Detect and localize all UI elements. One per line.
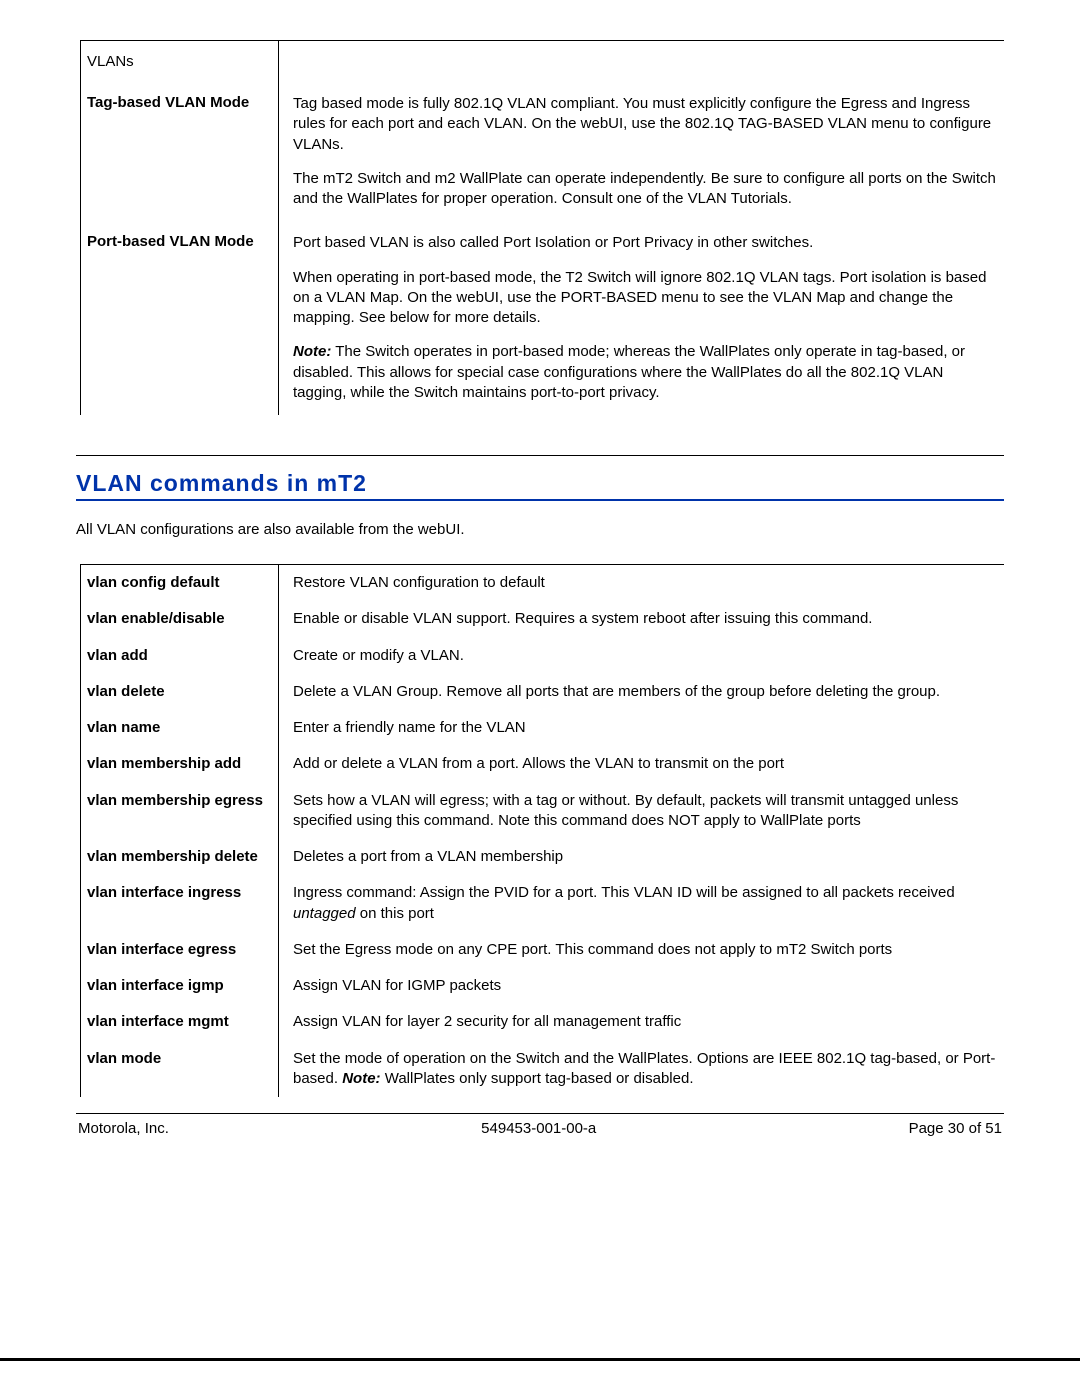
note-para: Note: The Switch operates in port-based … — [293, 342, 998, 403]
cmd-term: vlan interface ingress — [81, 875, 279, 932]
para: The mT2 Switch and m2 WallPlate can oper… — [293, 169, 998, 210]
cmd-term: vlan add — [81, 638, 279, 674]
cmd-row: vlan name Enter a friendly name for the … — [81, 710, 1004, 746]
desc-post: on this port — [356, 905, 434, 922]
para: When operating in port-based mode, the T… — [293, 268, 998, 329]
empty-cell — [279, 41, 1004, 82]
footer: Motorola, Inc. 549453-001-00-a Page 30 o… — [76, 1120, 1004, 1137]
cmd-desc: Enable or disable VLAN support. Requires… — [279, 601, 1004, 637]
cmd-desc: Restore VLAN configuration to default — [279, 565, 1004, 601]
cmd-desc: Sets how a VLAN will egress; with a tag … — [279, 783, 1004, 840]
cmd-term: vlan membership egress — [81, 783, 279, 840]
cmd-term: vlan delete — [81, 674, 279, 710]
cmd-desc: Create or modify a VLAN. — [279, 638, 1004, 674]
footer-left: Motorola, Inc. — [78, 1120, 169, 1137]
cmd-row: vlan delete Delete a VLAN Group. Remove … — [81, 674, 1004, 710]
cmd-row: vlan add Create or modify a VLAN. — [81, 638, 1004, 674]
mode-row: Port-based VLAN Mode Port based VLAN is … — [81, 221, 1004, 415]
note-label: Note: — [293, 343, 331, 360]
cmd-term: vlan membership delete — [81, 839, 279, 875]
mode-row: Tag-based VLAN Mode Tag based mode is fu… — [81, 82, 1004, 221]
divider — [76, 455, 1004, 456]
intro-text: All VLAN configurations are also availab… — [76, 521, 1004, 538]
section-label: VLANs — [81, 41, 279, 82]
heading-underline — [76, 499, 1004, 501]
footer-mid: 549453-001-00-a — [481, 1120, 596, 1137]
para: Port based VLAN is also called Port Isol… — [293, 233, 998, 253]
cmd-term: vlan membership add — [81, 746, 279, 782]
desc-post: WallPlates only support tag-based or dis… — [381, 1070, 694, 1087]
cmd-term: vlan enable/disable — [81, 601, 279, 637]
desc-ital: untagged — [293, 905, 356, 922]
note-label: Note: — [342, 1070, 380, 1087]
cmd-row: vlan membership delete Deletes a port fr… — [81, 839, 1004, 875]
cmd-row: vlan mode Set the mode of operation on t… — [81, 1041, 1004, 1098]
cmd-row: vlan interface igmp Assign VLAN for IGMP… — [81, 968, 1004, 1004]
cmd-term: vlan config default — [81, 565, 279, 601]
para: Tag based mode is fully 802.1Q VLAN comp… — [293, 94, 998, 155]
command-table: vlan config default Restore VLAN configu… — [80, 564, 1004, 1097]
cmd-desc: Assign VLAN for IGMP packets — [279, 968, 1004, 1004]
mode-table: VLANs Tag-based VLAN Mode Tag based mode… — [80, 40, 1004, 415]
cmd-row: vlan enable/disable Enable or disable VL… — [81, 601, 1004, 637]
cmd-row: vlan membership add Add or delete a VLAN… — [81, 746, 1004, 782]
cmd-row: vlan interface mgmt Assign VLAN for laye… — [81, 1004, 1004, 1040]
cmd-desc: Set the Egress mode on any CPE port. Thi… — [279, 932, 1004, 968]
cmd-desc: Add or delete a VLAN from a port. Allows… — [279, 746, 1004, 782]
cmd-term: vlan mode — [81, 1041, 279, 1098]
cmd-desc: Assign VLAN for layer 2 security for all… — [279, 1004, 1004, 1040]
cmd-desc: Delete a VLAN Group. Remove all ports th… — [279, 674, 1004, 710]
cmd-desc: Enter a friendly name for the VLAN — [279, 710, 1004, 746]
cmd-desc: Ingress command: Assign the PVID for a p… — [279, 875, 1004, 932]
cmd-term: vlan interface mgmt — [81, 1004, 279, 1040]
page: VLANs Tag-based VLAN Mode Tag based mode… — [0, 0, 1080, 1397]
cmd-term: vlan interface egress — [81, 932, 279, 968]
table-header-row: VLANs — [81, 41, 1004, 82]
cmd-row: vlan interface egress Set the Egress mod… — [81, 932, 1004, 968]
mode-desc: Port based VLAN is also called Port Isol… — [279, 221, 1004, 415]
footer-right: Page 30 of 51 — [909, 1120, 1002, 1137]
footer-divider — [76, 1113, 1004, 1114]
page-bottom-rule — [0, 1358, 1080, 1361]
mode-desc: Tag based mode is fully 802.1Q VLAN comp… — [279, 82, 1004, 221]
cmd-desc: Deletes a port from a VLAN membership — [279, 839, 1004, 875]
cmd-desc: Set the mode of operation on the Switch … — [279, 1041, 1004, 1098]
cmd-row: vlan config default Restore VLAN configu… — [81, 565, 1004, 601]
section-heading: VLAN commands in mT2 — [76, 470, 1004, 497]
note-text: The Switch operates in port-based mode; … — [293, 343, 965, 401]
cmd-row: vlan interface ingress Ingress command: … — [81, 875, 1004, 932]
cmd-row: vlan membership egress Sets how a VLAN w… — [81, 783, 1004, 840]
cmd-term: vlan name — [81, 710, 279, 746]
mode-term: Port-based VLAN Mode — [81, 221, 279, 415]
desc-pre: Ingress command: Assign the PVID for a p… — [293, 884, 955, 901]
cmd-term: vlan interface igmp — [81, 968, 279, 1004]
mode-term: Tag-based VLAN Mode — [81, 82, 279, 221]
